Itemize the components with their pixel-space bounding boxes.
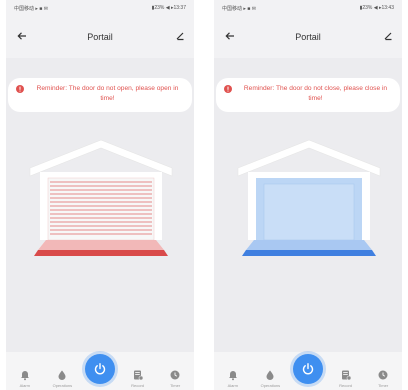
garage-door-illustration-closed — [237, 139, 381, 256]
nav-label-operations: Operations — [52, 383, 73, 388]
status-right: ▮23% ◀ ▸13:43 — [359, 5, 394, 11]
nav-label-record: Record — [339, 383, 353, 388]
page-title: Portail — [87, 32, 113, 42]
power-button[interactable] — [293, 354, 323, 384]
clock-icon — [170, 370, 180, 380]
garage-door-illustration-open — [29, 139, 173, 256]
clock-icon — [378, 370, 388, 380]
back-arrow-icon — [225, 32, 234, 40]
reminder-text: Reminder: The door do not open, please o… — [36, 85, 179, 102]
nav-operations[interactable]: Operations — [47, 369, 77, 388]
power-icon — [94, 363, 106, 375]
nav-record[interactable]: Record — [331, 369, 361, 388]
page-title: Portail — [295, 32, 321, 42]
record-icon — [133, 370, 143, 381]
reminder-banner: Reminder: The door do not close, please … — [216, 78, 400, 112]
status-bar: 中国移动 ▸ ■ ✉ ▮23% ◀ ▸13:43 — [214, 0, 402, 16]
nav-label-alarm: Alarm — [227, 383, 239, 388]
warning-icon — [224, 85, 232, 93]
status-right: ▮23% ◀ ▸13:37 — [151, 5, 186, 11]
app-header: Portail — [214, 16, 402, 58]
nav-operations[interactable]: Operations — [255, 369, 285, 388]
phone-screen-closed: 中国移动 ▸ ■ ✉ ▮23% ◀ ▸13:43 Portail Reminde… — [214, 0, 402, 390]
drop-icon — [58, 370, 66, 380]
edit-pen-icon — [176, 32, 184, 41]
app-header: Portail — [6, 16, 194, 58]
warning-icon — [16, 85, 24, 93]
power-button[interactable] — [85, 354, 115, 384]
reminder-banner: Reminder: The door do not open, please o… — [8, 78, 192, 112]
nav-alarm[interactable]: Alarm — [10, 369, 40, 388]
status-left: 中国移动 ▸ ■ ✉ — [14, 5, 48, 12]
reminder-text: Reminder: The door do not close, please … — [243, 85, 388, 102]
back-button[interactable] — [14, 28, 30, 44]
power-icon — [302, 363, 314, 375]
bell-icon — [20, 371, 29, 381]
status-bar: 中国移动 ▸ ■ ✉ ▮23% ◀ ▸13:37 — [6, 0, 194, 16]
back-button[interactable] — [222, 28, 238, 44]
record-icon — [341, 370, 351, 381]
nav-alarm[interactable]: Alarm — [218, 369, 248, 388]
phone-screen-open: 中国移动 ▸ ■ ✉ ▮23% ◀ ▸13:37 Portail Reminde… — [6, 0, 194, 390]
edit-pen-icon — [384, 32, 392, 41]
bottom-nav: Alarm Operations Record Timer — [214, 352, 402, 390]
nav-timer[interactable]: Timer — [368, 369, 398, 388]
edit-button[interactable] — [380, 28, 396, 44]
nav-label-record: Record — [131, 383, 145, 388]
edit-button[interactable] — [172, 28, 188, 44]
nav-label-timer: Timer — [170, 383, 181, 388]
nav-record[interactable]: Record — [123, 369, 153, 388]
status-left: 中国移动 ▸ ■ ✉ — [222, 5, 256, 12]
back-arrow-icon — [17, 32, 26, 40]
nav-label-operations: Operations — [260, 383, 281, 388]
bottom-nav: Alarm Operations Record Timer — [6, 352, 194, 390]
nav-label-timer: Timer — [378, 383, 389, 388]
nav-timer[interactable]: Timer — [160, 369, 190, 388]
nav-label-alarm: Alarm — [19, 383, 31, 388]
bell-icon — [228, 371, 237, 381]
drop-icon — [266, 370, 274, 380]
